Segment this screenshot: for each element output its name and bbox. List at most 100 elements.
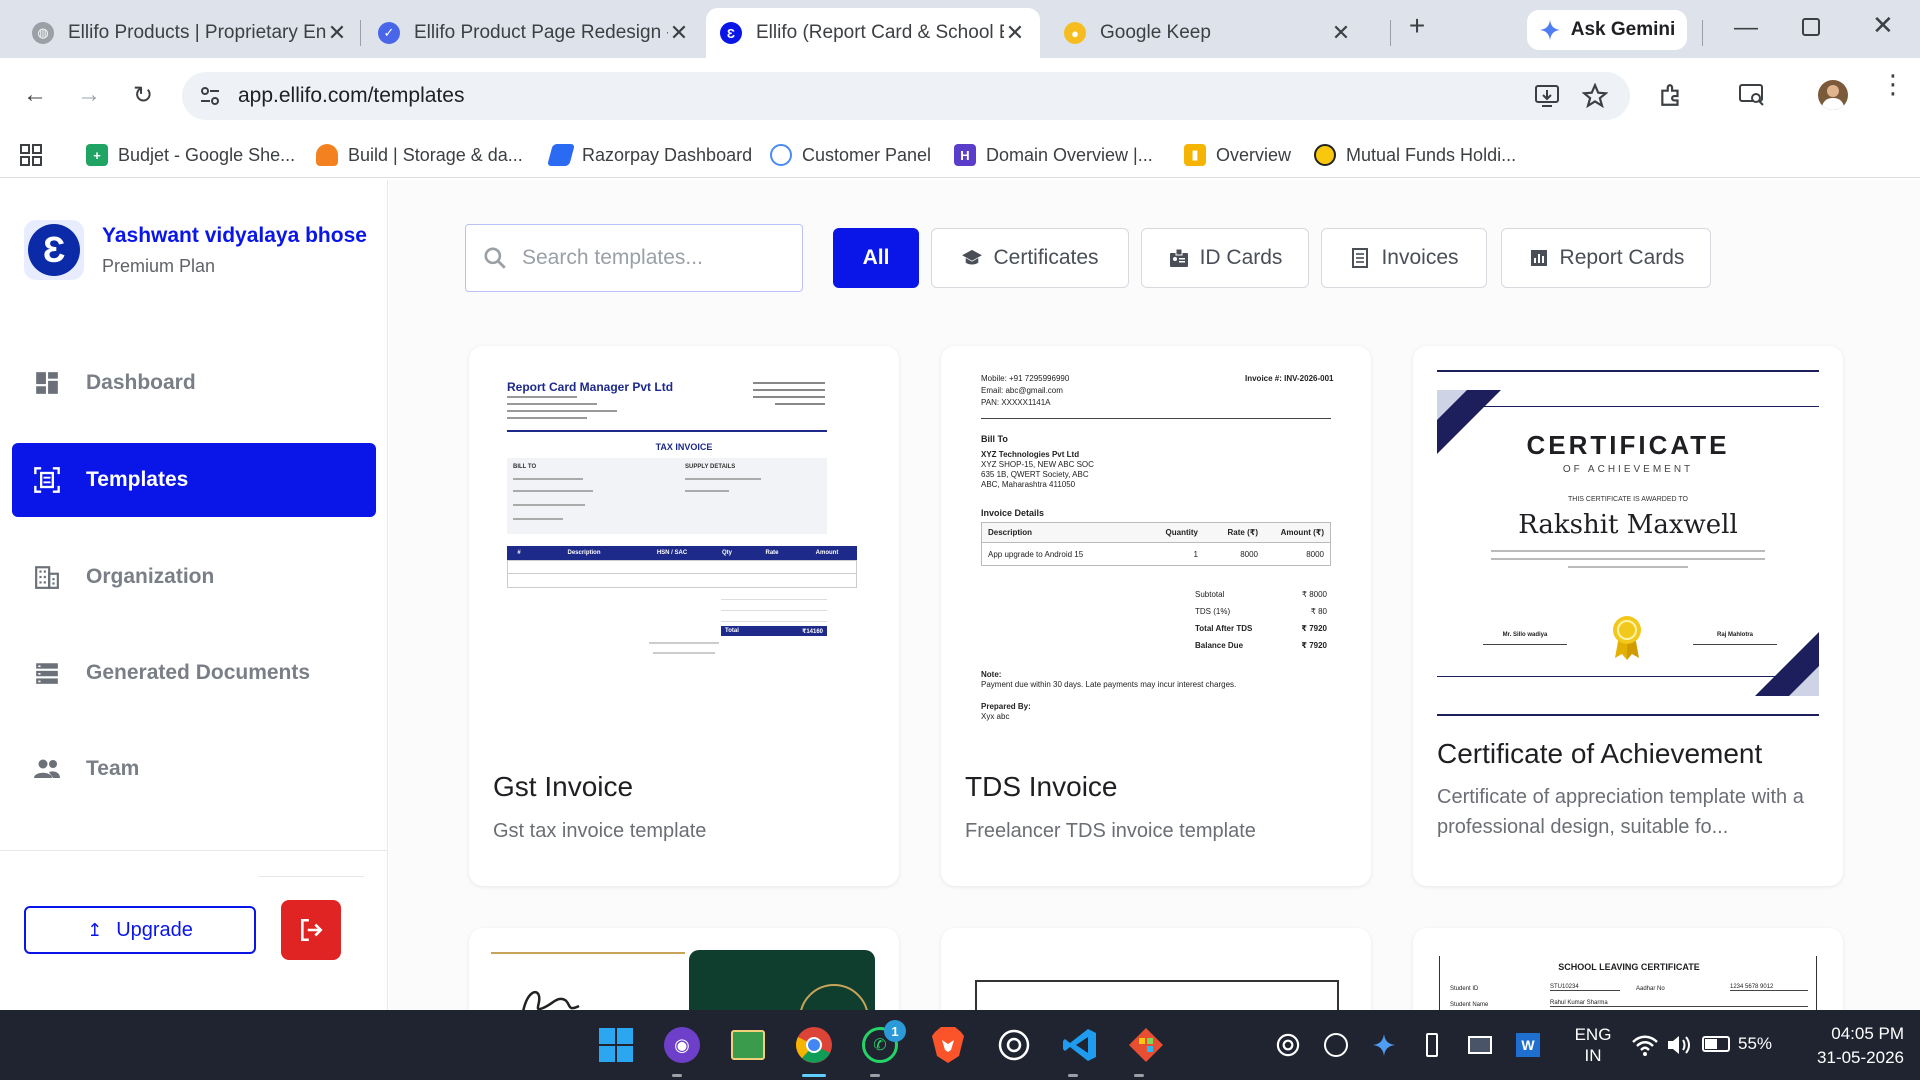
template-card-tds-invoice[interactable]: Mobile: +91 7295996990 Email: abc@gmail.…: [941, 346, 1371, 886]
sidebar-item-dashboard[interactable]: Dashboard: [12, 346, 376, 420]
browser-tab-active[interactable]: Ɛ Ellifo (Report Card & School E ✕: [706, 8, 1040, 58]
card-title: TDS Invoice: [965, 771, 1118, 802]
site-settings-icon[interactable]: [198, 84, 222, 108]
chatgpt-tray-icon[interactable]: [1268, 1023, 1308, 1067]
close-icon[interactable]: ✕: [326, 20, 348, 46]
leaving-cert-sheet: SCHOOL LEAVING CERTIFICATE Student ID ST…: [1439, 956, 1817, 1010]
github-desktop-icon[interactable]: ◉: [660, 1023, 704, 1067]
apps-grid-icon[interactable]: [20, 144, 42, 166]
filter-report-cards[interactable]: Report Cards: [1501, 228, 1711, 288]
clock[interactable]: 04:05 PM 31-05-2026: [1790, 1022, 1904, 1070]
language-indicator[interactable]: ENG IN: [1570, 1024, 1616, 1066]
bookmark-item[interactable]: H Domain Overview |...: [954, 140, 1153, 170]
git-client-icon[interactable]: [1124, 1023, 1168, 1067]
logout-button[interactable]: [281, 900, 341, 960]
bookmark-star-icon[interactable]: [1582, 83, 1608, 109]
template-card-gst-invoice[interactable]: Report Card Manager Pvt Ltd TAX INVOICE …: [469, 346, 899, 886]
volume-icon[interactable]: [1666, 1034, 1692, 1056]
sidebar-item-templates[interactable]: Templates: [12, 443, 376, 517]
app-tray-icon[interactable]: W: [1508, 1023, 1548, 1067]
windows-start-icon[interactable]: [594, 1023, 638, 1067]
search-input[interactable]: [522, 246, 782, 270]
razorpay-icon: [547, 144, 575, 166]
template-card[interactable]: [469, 928, 899, 1010]
card-description: Certificate of appreciation template wit…: [1437, 786, 1804, 838]
filter-all[interactable]: All: [833, 228, 919, 288]
photos-app-icon[interactable]: [726, 1023, 770, 1067]
vscode-icon[interactable]: [1058, 1023, 1102, 1067]
notification-badge: 1: [884, 1020, 906, 1042]
close-icon[interactable]: ✕: [1004, 20, 1026, 46]
window-close-icon[interactable]: ✕: [1872, 10, 1894, 41]
bookmark-item[interactable]: + Budjet - Google She...: [86, 140, 295, 170]
filter-invoices[interactable]: Invoices: [1321, 228, 1487, 288]
brave-browser-icon[interactable]: [926, 1023, 970, 1067]
chatgpt-icon[interactable]: [992, 1023, 1036, 1067]
gst-table-rows: [507, 560, 857, 588]
sidebar-item-team[interactable]: Team: [12, 732, 376, 806]
ask-gemini-button[interactable]: Ask Gemini: [1527, 10, 1687, 50]
close-icon[interactable]: ✕: [1330, 20, 1352, 46]
list-icon: [32, 658, 62, 688]
invoice-meta-lines: [753, 382, 825, 418]
bookmark-item[interactable]: Customer Panel: [770, 140, 931, 170]
template-card[interactable]: [941, 928, 1371, 1010]
battery-icon[interactable]: [1702, 1036, 1730, 1052]
certificate-sheet: CERTIFICATE OF ACHIEVEMENT THIS CERTIFIC…: [1437, 370, 1819, 716]
browser-tab[interactable]: ◍ Ellifo Products | Proprietary En ✕: [18, 8, 362, 58]
bookmark-item[interactable]: Razorpay Dashboard: [547, 140, 752, 170]
bookmarks-bar: + Budjet - Google She... Build | Storage …: [0, 132, 1920, 178]
usb-drive-icon[interactable]: [1412, 1023, 1452, 1067]
upgrade-button[interactable]: ↥ Upgrade: [24, 906, 256, 954]
restore-icon[interactable]: [1802, 18, 1820, 36]
windows-taskbar: ◉ ✆ 1 W ENG IN 55% 04:05 PM 31-05-2026: [0, 1010, 1920, 1080]
bookmark-item[interactable]: ▮ Overview: [1184, 140, 1291, 170]
main-content: All Certificates ID Cards Invoices Repor…: [389, 180, 1920, 1010]
display-tray-icon[interactable]: [1460, 1023, 1500, 1067]
tds-table: Description Quantity Rate (₹) Amount (₹)…: [981, 522, 1331, 566]
sheets-icon: +: [86, 144, 108, 166]
browser-tab[interactable]: ● Google Keep ✕: [1050, 8, 1366, 58]
rule: [507, 430, 827, 432]
coin-icon: [1314, 144, 1336, 166]
cloud-outline-icon: [770, 144, 792, 166]
card-title: Gst Invoice: [493, 771, 634, 802]
sidebar-item-organization[interactable]: Organization: [12, 540, 376, 614]
new-tab-icon[interactable]: +: [1400, 10, 1434, 48]
chrome-icon[interactable]: [792, 1023, 836, 1067]
tab-search-icon[interactable]: [1738, 82, 1766, 108]
extensions-icon[interactable]: [1658, 82, 1684, 108]
kebab-menu-icon[interactable]: ⋮: [1880, 71, 1906, 97]
browser-toolbar: ← → ↻ app.ellifo.com/templates ⋮: [0, 58, 1920, 132]
org-logo: Ɛ: [24, 220, 84, 280]
sidebar-divider: [258, 876, 364, 877]
search-icon: [484, 247, 506, 269]
browser-tab[interactable]: ✓ Ellifo Product Page Redesign - ✕: [364, 8, 704, 58]
brand-logo-icon: ✓: [378, 22, 400, 44]
sidebar-item-generated-documents[interactable]: Generated Documents: [12, 636, 376, 710]
globe-icon: ◍: [32, 22, 54, 44]
minimize-icon[interactable]: —: [1734, 14, 1758, 42]
address-bar[interactable]: app.ellifo.com/templates: [182, 72, 1630, 120]
reload-icon[interactable]: ↻: [124, 76, 162, 114]
url-text: app.ellifo.com/templates: [238, 84, 465, 107]
bookmark-item[interactable]: Mutual Funds Holdi...: [1314, 140, 1516, 170]
profile-avatar[interactable]: [1818, 80, 1848, 110]
graduation-cap-icon: [961, 247, 983, 269]
bill-to-box: BILL TO SUPPLY DETAILS: [507, 458, 827, 534]
bookmark-item[interactable]: Build | Storage & da...: [316, 140, 523, 170]
filter-id-cards[interactable]: ID Cards: [1141, 228, 1309, 288]
search-box[interactable]: [465, 224, 803, 292]
template-card-school-leaving[interactable]: SCHOOL LEAVING CERTIFICATE Student ID ST…: [1413, 928, 1843, 1010]
gemini-tray-icon[interactable]: [1364, 1023, 1404, 1067]
tab-divider: [1702, 20, 1703, 46]
template-card-certificate[interactable]: CERTIFICATE OF ACHIEVEMENT THIS CERTIFIC…: [1413, 346, 1843, 886]
wifi-icon[interactable]: [1632, 1034, 1658, 1056]
filter-certificates[interactable]: Certificates: [931, 228, 1129, 288]
back-icon[interactable]: ←: [16, 76, 54, 114]
install-app-icon[interactable]: [1534, 84, 1560, 108]
certificate-body-lines: [1491, 550, 1765, 580]
whatsapp-tray-icon[interactable]: [1316, 1023, 1356, 1067]
forward-icon[interactable]: →: [70, 76, 108, 114]
close-icon[interactable]: ✕: [668, 20, 690, 46]
